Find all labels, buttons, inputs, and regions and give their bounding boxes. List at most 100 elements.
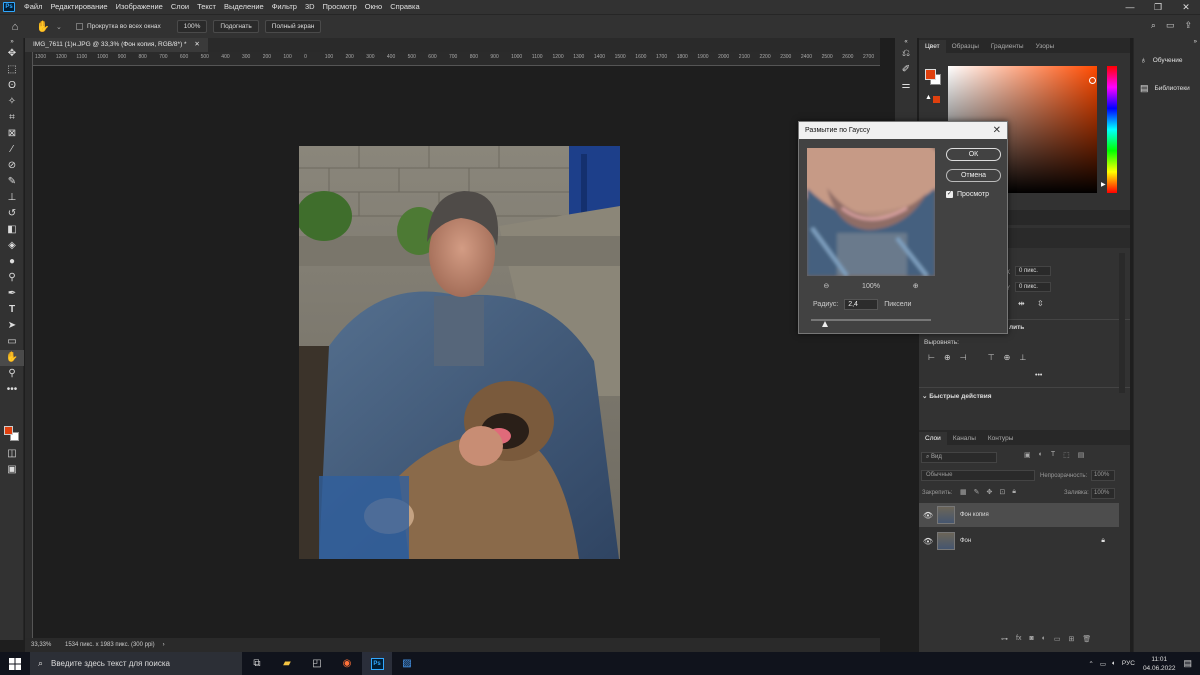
adjustment-layer-icon[interactable]: ◐ (1042, 635, 1046, 643)
menu-item[interactable]: Редактирование (46, 0, 111, 14)
fit-screen-button[interactable]: Подогнать (213, 20, 259, 33)
x-position-field[interactable]: 0 пикс. (1015, 266, 1051, 276)
clock[interactable]: 11:01 04.06.2022 (1143, 655, 1176, 673)
delete-layer-icon[interactable]: 🗑︎ (1082, 635, 1091, 643)
adjustments-icon[interactable]: ⚌ (895, 78, 917, 94)
ok-button[interactable]: ОК (946, 148, 1001, 161)
scroll-all-windows-checkbox[interactable] (76, 23, 83, 30)
libraries-button[interactable]: ▤ Библиотеки (1134, 74, 1200, 102)
language-indicator[interactable]: РУС (1122, 660, 1135, 667)
hand-tool-icon[interactable]: ✋ (30, 20, 56, 33)
align-center-h-icon[interactable]: ⊕ (944, 353, 951, 362)
menu-item[interactable]: Справка (386, 0, 423, 14)
zoom-100-button[interactable]: 100% (176, 20, 208, 33)
close-window-button[interactable]: ✕ (1172, 0, 1200, 14)
workspace-icon[interactable]: ▭ (1166, 20, 1175, 31)
new-group-icon[interactable]: ▭ (1054, 635, 1061, 643)
quick-actions-header[interactable]: ⌄ Быстрые действия (922, 392, 992, 400)
tray-overflow-icon[interactable]: ⌃ (1088, 660, 1093, 668)
document-image[interactable] (299, 146, 620, 559)
screen-mode-icon[interactable]: ▣ (0, 462, 24, 478)
blend-mode-select[interactable]: Обычные (921, 470, 1035, 481)
layer-row[interactable]: 👁︎ Фон копия (919, 503, 1119, 527)
gamut-color-swatch[interactable] (933, 96, 940, 103)
magic-wand-tool-icon[interactable]: ✧ (0, 94, 24, 110)
file-explorer-icon[interactable]: ▰ (272, 652, 302, 675)
pen-tool-icon[interactable]: ✒ (0, 286, 24, 302)
history-icon[interactable]: ⎌ (895, 46, 917, 62)
menu-item[interactable]: Текст (193, 0, 220, 14)
marquee-tool-icon[interactable]: ⬚ (0, 62, 24, 78)
flip-horizontal-icon[interactable]: ⇹ (1018, 299, 1025, 308)
dialog-titlebar[interactable]: Размытие по Гауссу ✕ (799, 122, 1007, 139)
link-layers-icon[interactable]: ⊶ (1001, 635, 1008, 643)
search-icon[interactable]: ⌕ (1151, 20, 1156, 31)
align-bottom-icon[interactable]: ⊥ (1019, 353, 1026, 362)
fill-field[interactable]: 100% (1091, 488, 1115, 499)
layer-row[interactable]: 👁︎ Фон 🔒︎ (919, 529, 1119, 553)
add-mask-icon[interactable]: ◙ (1029, 635, 1033, 643)
new-layer-icon[interactable]: ⊞ (1069, 635, 1075, 643)
stamp-tool-icon[interactable]: ⊥ (0, 190, 24, 206)
menu-item[interactable]: Выделение (220, 0, 268, 14)
healing-brush-tool-icon[interactable]: ⊘ (0, 158, 24, 174)
network-icon[interactable]: ▭ (1100, 660, 1106, 668)
volume-icon[interactable]: 🔈︎ (1112, 660, 1116, 668)
history-brush-tool-icon[interactable]: ↺ (0, 206, 24, 222)
store-icon[interactable]: ◰ (302, 652, 332, 675)
layer-kind-filter[interactable]: ⌕ Вид (921, 452, 997, 463)
visibility-eye-icon[interactable]: 👁︎ (919, 511, 937, 520)
path-selection-tool-icon[interactable]: ➤ (0, 318, 24, 334)
tab-patterns[interactable]: Узоры (1030, 40, 1061, 53)
hand-tool-icon[interactable]: ✋ (0, 350, 24, 366)
move-tool-icon[interactable]: ✥ (0, 46, 24, 62)
filter-adjustment-icon[interactable]: ◐ (1039, 451, 1043, 459)
lock-transparent-icon[interactable]: ▦ (960, 488, 967, 496)
close-icon[interactable]: ✕ (993, 122, 1001, 139)
crop-tool-icon[interactable]: ⌗ (0, 110, 24, 126)
more-options-icon[interactable]: ••• (1035, 372, 1042, 379)
filter-pixel-icon[interactable]: ▣ (1024, 451, 1031, 459)
y-position-field[interactable]: 0 пикс. (1015, 282, 1051, 292)
lock-artboard-icon[interactable]: ⊡ (999, 488, 1005, 496)
layer-style-icon[interactable]: fx (1016, 635, 1021, 643)
lock-pixels-icon[interactable]: ✎ (974, 488, 980, 496)
chevron-right-icon[interactable]: › (163, 642, 165, 648)
filter-shape-icon[interactable]: ⬚ (1063, 451, 1070, 459)
align-left-icon[interactable]: ⊢ (928, 353, 935, 362)
tab-swatches[interactable]: Образцы (946, 40, 985, 53)
menu-item[interactable]: Просмотр (319, 0, 361, 14)
task-view-icon[interactable]: ⧉ (242, 652, 272, 675)
brush-tool-icon[interactable]: ✎ (0, 174, 24, 190)
more-tools-icon[interactable]: ••• (0, 382, 24, 398)
menu-item[interactable]: Файл (20, 0, 46, 14)
collapse-icon[interactable]: » (0, 38, 24, 46)
cancel-button[interactable]: Отмена (946, 169, 1001, 182)
filter-type-icon[interactable]: T (1051, 451, 1055, 459)
quick-mask-icon[interactable]: ◫ (0, 446, 24, 462)
menu-item[interactable]: Окно (361, 0, 386, 14)
photos-icon[interactable]: ▨ (392, 652, 422, 675)
maximize-button[interactable]: ❐ (1144, 0, 1172, 14)
paint-bucket-tool-icon[interactable]: ◈ (0, 238, 24, 254)
radius-slider-thumb[interactable] (822, 321, 828, 327)
lasso-tool-icon[interactable]: ʘ (0, 78, 24, 94)
menu-item[interactable]: 3D (301, 0, 319, 14)
radius-slider-track[interactable] (811, 319, 931, 321)
zoom-level[interactable]: 33,33% (31, 642, 59, 648)
chevron-down-icon[interactable]: ⌄ (56, 23, 66, 31)
filter-smart-icon[interactable]: ▤ (1078, 451, 1085, 459)
taskbar-search-input[interactable]: ⌕ Введите здесь текст для поиска (30, 652, 242, 675)
blur-tool-icon[interactable]: ● (0, 254, 24, 270)
opacity-field[interactable]: 100% (1091, 470, 1115, 481)
close-tab-icon[interactable]: ✕ (194, 41, 199, 48)
preview-toggle[interactable]: ✓ Просмотр (946, 191, 989, 198)
flip-vertical-icon[interactable]: ⇳ (1037, 299, 1044, 308)
collapse-icon[interactable]: » (1134, 38, 1200, 46)
document-tab[interactable]: IMG_7611 (1)н.JPG @ 33,3% (Фон копия, RG… (25, 38, 208, 52)
collapse-icon[interactable]: « (895, 38, 917, 46)
radius-input[interactable]: 2,4 (844, 299, 879, 310)
align-center-v-icon[interactable]: ⊕ (1004, 353, 1011, 362)
photoshop-taskbar-icon[interactable]: Ps (362, 652, 392, 675)
firefox-icon[interactable]: ◉ (332, 652, 362, 675)
